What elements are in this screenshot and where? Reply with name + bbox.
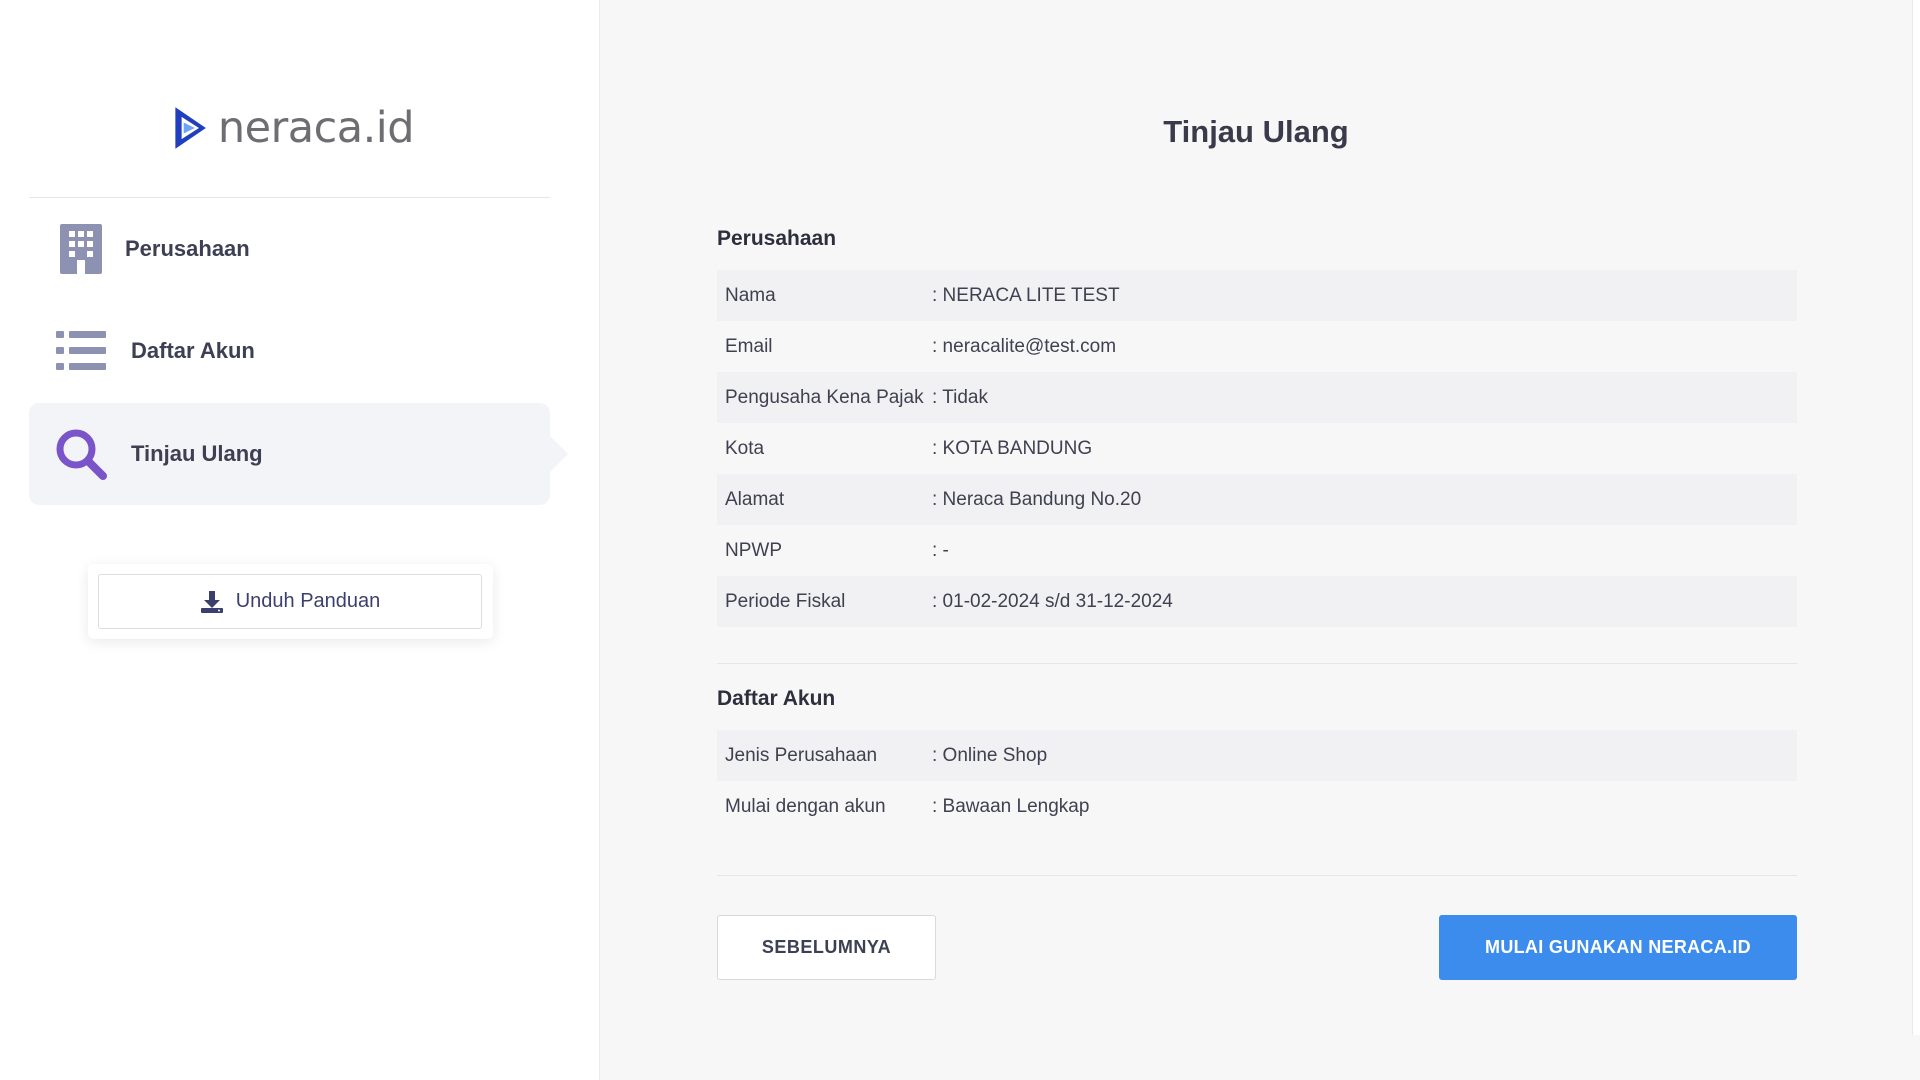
search-icon <box>53 428 109 480</box>
sidebar-item-daftar-akun[interactable]: Daftar Akun <box>29 300 550 402</box>
row-key: NPWP <box>725 539 782 561</box>
previous-button[interactable]: SEBELUMNYA <box>717 915 936 980</box>
table-row: Alamat : Neraca Bandung No.20 <box>717 474 1797 525</box>
table-row: Periode Fiskal : 01-02-2024 s/d 31-12-20… <box>717 576 1797 627</box>
row-key: Nama <box>725 284 776 306</box>
brand-logo: neraca.id <box>174 96 415 160</box>
start-using-button[interactable]: MULAI GUNAKAN NERACA.ID <box>1439 915 1797 980</box>
row-key: Periode Fiskal <box>725 590 846 612</box>
row-value: : Bawaan Lengkap <box>932 795 1090 817</box>
table-row: NPWP : - <box>717 525 1797 576</box>
sidebar-item-tinjau-ulang[interactable]: Tinjau Ulang <box>29 403 568 505</box>
building-icon <box>53 224 109 274</box>
row-value: : NERACA LITE TEST <box>932 284 1120 306</box>
section-title-perusahaan: Perusahaan <box>717 227 837 250</box>
table-row: Email : neracalite@test.com <box>717 321 1797 372</box>
section-divider <box>717 663 1797 664</box>
row-value: : Online Shop <box>932 744 1048 766</box>
page-title: Tinjau Ulang <box>1163 114 1349 149</box>
row-value: : 01-02-2024 s/d 31-12-2024 <box>932 590 1173 612</box>
section-title-daftar-akun: Daftar Akun <box>717 687 836 710</box>
row-value: : - <box>932 539 949 561</box>
sidebar-item-label: Perusahaan <box>125 236 250 261</box>
page-scrollbar[interactable] <box>1912 0 1920 1035</box>
table-row: Mulai dengan akun : Bawaan Lengkap <box>717 781 1797 832</box>
table-row: Pengusaha Kena Pajak : Tidak <box>717 372 1797 423</box>
row-key: Kota <box>725 437 765 459</box>
table-row: Kota : KOTA BANDUNG <box>717 423 1797 474</box>
app-window: neraca.id Perusahaan Daftar Akun Tinjau … <box>0 0 1920 1080</box>
row-value: : Tidak <box>932 386 988 408</box>
account-info-table: Jenis Perusahaan : Online Shop Mulai den… <box>717 730 1797 832</box>
row-key: Pengusaha Kena Pajak <box>725 386 924 408</box>
row-value: : KOTA BANDUNG <box>932 437 1093 459</box>
brand-name: neraca.id <box>217 103 415 153</box>
download-card: Unduh Panduan <box>88 564 493 639</box>
row-key: Jenis Perusahaan <box>725 744 878 766</box>
main-content: Tinjau Ulang Perusahaan Nama : NERACA LI… <box>600 0 1920 1080</box>
row-value: : neracalite@test.com <box>932 335 1117 357</box>
row-key: Email <box>725 335 773 357</box>
table-row: Jenis Perusahaan : Online Shop <box>717 730 1797 781</box>
download-guide-button[interactable]: Unduh Panduan <box>98 574 482 629</box>
sidebar-item-label: Tinjau Ulang <box>131 441 263 466</box>
download-icon <box>200 590 223 613</box>
sidebar-item-perusahaan[interactable]: Perusahaan <box>29 198 550 300</box>
row-value: : Neraca Bandung No.20 <box>932 488 1142 510</box>
download-guide-label: Unduh Panduan <box>235 590 381 612</box>
sidebar: neraca.id Perusahaan Daftar Akun Tinjau … <box>0 0 600 1080</box>
row-key: Alamat <box>725 488 785 510</box>
row-key: Mulai dengan akun <box>725 795 886 817</box>
neraca-logo-icon <box>175 107 206 149</box>
list-icon <box>53 331 109 371</box>
company-info-table: Nama : NERACA LITE TEST Email : neracali… <box>717 270 1797 627</box>
footer-divider <box>717 875 1797 876</box>
table-row: Nama : NERACA LITE TEST <box>717 270 1797 321</box>
sidebar-item-label: Daftar Akun <box>131 338 255 363</box>
